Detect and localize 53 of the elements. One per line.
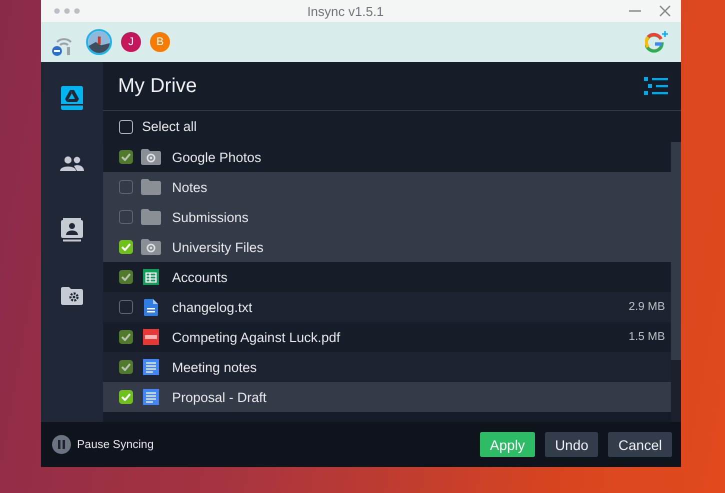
file-size: 1.5 MB <box>628 331 665 343</box>
pause-icon[interactable] <box>52 435 71 454</box>
file-size: 2.9 MB <box>628 301 665 313</box>
folder-icon <box>141 179 161 195</box>
file-name: Google Photos <box>172 150 262 164</box>
document-icon <box>141 389 161 405</box>
file-name: Competing Against Luck.pdf <box>172 330 342 344</box>
shared-folder-icon <box>141 149 161 165</box>
file-row[interactable]: Proposal - Draft <box>103 382 671 412</box>
document-icon <box>141 359 161 375</box>
select-all-checkbox[interactable] <box>119 120 133 134</box>
select-all-label: Select all <box>142 119 197 134</box>
file-checkbox[interactable] <box>119 360 133 374</box>
contact-card-icon[interactable] <box>61 218 83 242</box>
file-name: Meeting notes <box>172 360 258 374</box>
page-title: My Drive <box>118 74 197 98</box>
folder-icon <box>141 209 161 225</box>
file-checkbox[interactable] <box>119 210 133 224</box>
account-avatar[interactable]: J <box>121 32 141 52</box>
file-name: Notes <box>172 180 208 194</box>
spreadsheet-icon <box>141 269 161 285</box>
file-checkbox[interactable] <box>119 180 133 194</box>
scrollbar[interactable] <box>671 142 681 422</box>
file-row[interactable]: changelog.txt 2.9 MB <box>103 292 671 322</box>
drive-icon[interactable] <box>61 86 83 110</box>
file-checkbox[interactable] <box>119 390 133 404</box>
file-checkbox[interactable] <box>119 240 133 254</box>
action-button[interactable]: Undo <box>544 432 598 457</box>
window-title: Insync v1.5.1 <box>306 4 385 18</box>
file-row[interactable]: Meeting notes <box>103 352 671 382</box>
file-checkbox[interactable] <box>119 330 133 344</box>
file-name: changelog.txt <box>172 300 254 314</box>
text-file-icon <box>141 298 161 316</box>
file-row[interactable]: University Files <box>103 232 671 262</box>
file-name: Proposal - Draft <box>172 390 268 404</box>
list-view-icon[interactable] <box>644 77 668 95</box>
file-name: Submissions <box>172 210 250 224</box>
file-name: Accounts <box>172 270 229 284</box>
window-dots-icon[interactable] <box>54 8 80 14</box>
account-avatar[interactable] <box>86 29 112 55</box>
shared-folder-icon <box>141 239 161 255</box>
file-row[interactable]: Notes <box>103 172 671 202</box>
pdf-icon <box>141 329 161 345</box>
action-button[interactable]: Cancel <box>608 432 672 457</box>
file-checkbox[interactable] <box>119 270 133 284</box>
folder-gear-icon[interactable] <box>61 284 83 308</box>
file-checkbox[interactable] <box>119 300 133 314</box>
pause-syncing-label[interactable]: Pause Syncing <box>77 438 480 450</box>
file-name: University Files <box>172 240 265 254</box>
close-icon[interactable] <box>659 5 671 17</box>
google-plus-icon[interactable] <box>645 31 669 53</box>
file-checkbox[interactable] <box>119 150 133 164</box>
file-row[interactable]: Submissions <box>103 202 671 232</box>
